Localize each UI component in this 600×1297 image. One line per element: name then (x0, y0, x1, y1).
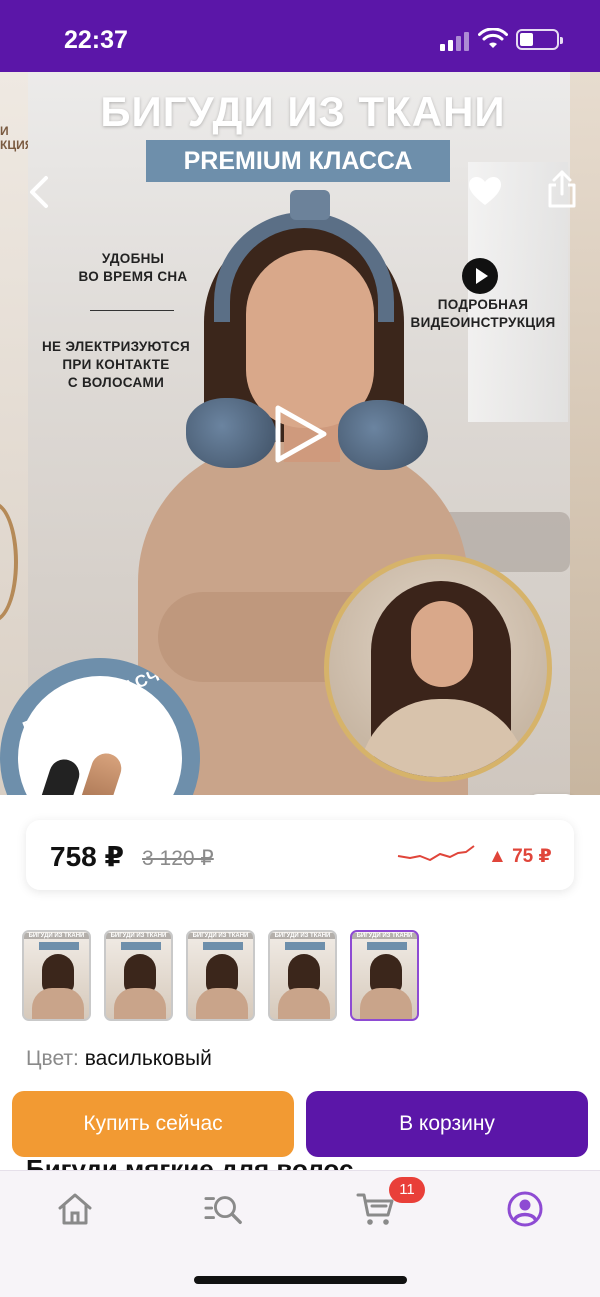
color-label: Цвет: (26, 1047, 79, 1070)
model-face (246, 250, 374, 428)
hero-title: БИГУДИ ИЗ ТКАНИ (100, 88, 506, 135)
feature-divider (90, 310, 174, 311)
cart-count-badge: 11 (389, 1177, 425, 1203)
variant-thumbnail-selected[interactable]: БИГУДИ ИЗ ТКАНИ (350, 930, 419, 1021)
feature-sleep: УДОБНЫ ВО ВРЕМЯ СНА (78, 251, 188, 284)
old-price: 3 120 ₽ (142, 847, 214, 870)
battery-icon (516, 29, 563, 50)
buy-now-button[interactable]: Купить сейчас (12, 1091, 294, 1157)
tab-catalog[interactable] (204, 1189, 244, 1229)
price-trend-icon (397, 845, 475, 861)
video-play-icon (462, 258, 498, 294)
image-search-button[interactable] (528, 794, 576, 795)
hero-subtitle: PREMIUM КЛАССА (146, 140, 450, 182)
price-change: ▲ 75 ₽ (488, 846, 552, 867)
feature-static: НЕ ЭЛЕКТРИЗУЮТСЯ ПРИ КОНТАКТЕ С ВОЛОСАМИ (41, 339, 191, 390)
variant-thumbnail[interactable]: БИГУДИ ИЗ ТКАНИ (186, 930, 255, 1021)
wifi-icon (478, 28, 508, 48)
variant-thumbnail[interactable]: БИГУДИ ИЗ ТКАНИ (104, 930, 173, 1021)
favorite-button[interactable] (466, 172, 504, 210)
signal-icon (440, 32, 469, 51)
share-button[interactable] (543, 168, 581, 210)
tab-home[interactable] (55, 1189, 95, 1229)
curler-scrunchie-right (338, 400, 428, 470)
catalog-search-icon (204, 1196, 242, 1225)
status-bar: 22:37 (0, 0, 600, 72)
add-to-cart-button[interactable]: В корзину (306, 1091, 588, 1157)
home-indicator (194, 1276, 407, 1284)
color-row: Цвет: васильковый (26, 1047, 212, 1071)
profile-icon (507, 1191, 543, 1227)
variant-thumbnail[interactable]: БИГУДИ ИЗ ТКАНИ (268, 930, 337, 1021)
curler-scrunchie-left (186, 398, 276, 468)
home-icon (58, 1193, 92, 1225)
tab-profile[interactable] (505, 1189, 545, 1229)
variant-thumbnail[interactable]: БИГУДИ ИЗ ТКАНИ (22, 930, 91, 1021)
color-variant-thumbnails: БИГУДИ ИЗ ТКАНИ БИГУДИ ИЗ ТКАНИ БИГУДИ И… (22, 930, 419, 1021)
price-card[interactable]: 758 ₽ 3 120 ₽ ▲ 75 ₽ (26, 820, 574, 890)
color-value: васильковый (84, 1047, 212, 1070)
play-video-icon[interactable] (272, 404, 328, 464)
back-button[interactable] (24, 172, 54, 212)
chevron-left-icon (30, 176, 48, 208)
result-inset-image (324, 554, 552, 782)
status-time: 22:37 (64, 26, 128, 54)
heart-icon (469, 177, 501, 205)
product-gallery[interactable]: И КЦИЯ БИГУДИ ИЗ ТКАНИ PREMIUM КЛАССА УД… (0, 72, 600, 795)
current-price: 758 ₽ (50, 841, 124, 872)
share-icon (548, 170, 576, 208)
feature-video: ПОДРОБНАЯ ВИДЕОИНСТРУКЦИЯ (410, 297, 556, 330)
